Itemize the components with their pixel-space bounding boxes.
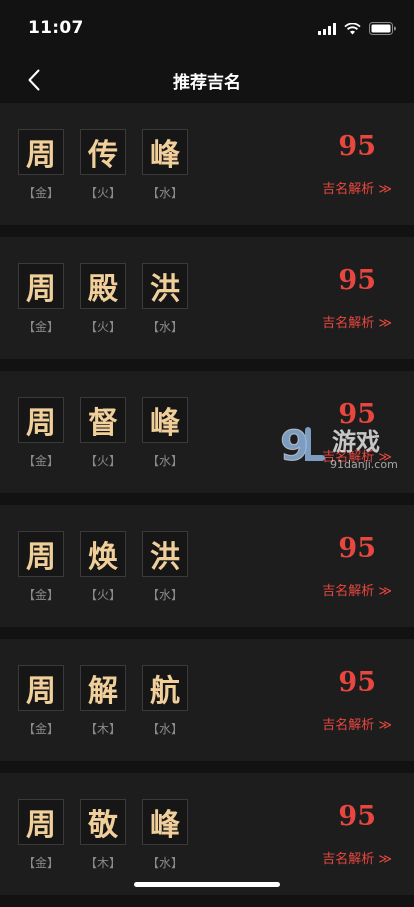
name-char: 传 — [80, 129, 126, 175]
watermark-logo-mark: 9 — [280, 421, 309, 470]
name-char: 峰 — [142, 129, 188, 175]
home-indicator[interactable] — [134, 882, 280, 887]
name-score: 95 — [338, 801, 376, 832]
watermark-url: 91danji.com — [330, 458, 398, 471]
name-char: 解 — [80, 665, 126, 711]
name-characters: 周【金】 督【火】 峰【水】 — [18, 397, 204, 469]
name-char: 敬 — [80, 799, 126, 845]
name-score: 95 — [338, 667, 376, 698]
name-card[interactable]: 周【金】 焕【火】 洪【水】 95 吉名解析 ≫ — [0, 505, 414, 627]
navigation-bar: 推荐吉名 — [0, 58, 414, 102]
name-analysis-link[interactable]: 吉名解析 ≫ — [322, 714, 392, 733]
status-bar: 11:07 — [0, 0, 414, 58]
element-label: 【木】 — [84, 856, 121, 870]
element-label: 【金】 — [22, 856, 59, 870]
element-label: 【金】 — [22, 186, 59, 200]
name-char: 殿 — [80, 263, 126, 309]
name-char: 洪 — [142, 263, 188, 309]
name-list: 周【金】 传【火】 峰【水】 95 吉名解析 ≫ 周【金】 殿【火】 洪【水】 … — [0, 103, 414, 907]
name-char: 周 — [18, 665, 64, 711]
name-characters: 周【金】 解【木】 航【水】 — [18, 665, 204, 737]
name-char: 峰 — [142, 799, 188, 845]
status-icons — [318, 22, 396, 35]
element-label: 【金】 — [22, 722, 59, 736]
element-label: 【水】 — [146, 722, 183, 736]
name-char: 周 — [18, 799, 64, 845]
name-char: 周 — [18, 129, 64, 175]
name-score: 95 — [338, 131, 376, 162]
name-card[interactable]: 周【金】 敬【木】 峰【水】 95 吉名解析 ≫ — [0, 773, 414, 895]
watermark-logo: 9 游戏 91danji.com — [278, 418, 414, 478]
element-label: 【水】 — [146, 454, 183, 468]
name-card[interactable]: 周【金】 解【木】 航【水】 95 吉名解析 ≫ — [0, 639, 414, 761]
name-card[interactable]: 周【金】 殿【火】 洪【水】 95 吉名解析 ≫ — [0, 237, 414, 359]
wifi-icon — [344, 22, 361, 34]
name-char: 焕 — [80, 531, 126, 577]
element-label: 【水】 — [146, 588, 183, 602]
watermark-brand: 游戏 — [332, 428, 380, 456]
cellular-signal-icon — [318, 22, 336, 35]
name-char: 周 — [18, 263, 64, 309]
status-time: 11:07 — [28, 18, 84, 38]
element-label: 【火】 — [84, 454, 121, 468]
element-label: 【火】 — [84, 320, 121, 334]
name-char: 督 — [80, 397, 126, 443]
page-title: 推荐吉名 — [173, 73, 241, 93]
name-char: 航 — [142, 665, 188, 711]
element-label: 【木】 — [84, 722, 121, 736]
element-label: 【金】 — [22, 588, 59, 602]
watermark-logo-icon: 9 游戏 91danji.com — [280, 421, 398, 472]
name-score: 95 — [338, 533, 376, 564]
name-characters: 周【金】 敬【木】 峰【水】 — [18, 799, 204, 871]
element-label: 【水】 — [146, 186, 183, 200]
name-char: 周 — [18, 531, 64, 577]
name-characters: 周【金】 焕【火】 洪【水】 — [18, 531, 204, 603]
battery-icon — [369, 22, 396, 35]
name-score: 95 — [338, 265, 376, 296]
name-characters: 周【金】 传【火】 峰【水】 — [18, 129, 204, 201]
name-char: 洪 — [142, 531, 188, 577]
name-char: 周 — [18, 397, 64, 443]
element-label: 【水】 — [146, 856, 183, 870]
element-label: 【金】 — [22, 320, 59, 334]
element-label: 【火】 — [84, 588, 121, 602]
name-card[interactable]: 周【金】 传【火】 峰【水】 95 吉名解析 ≫ — [0, 103, 414, 225]
element-label: 【金】 — [22, 454, 59, 468]
name-char: 峰 — [142, 397, 188, 443]
name-characters: 周【金】 殿【火】 洪【水】 — [18, 263, 204, 335]
name-analysis-link[interactable]: 吉名解析 ≫ — [322, 848, 392, 867]
name-analysis-link[interactable]: 吉名解析 ≫ — [322, 312, 392, 331]
element-label: 【水】 — [146, 320, 183, 334]
name-analysis-link[interactable]: 吉名解析 ≫ — [322, 178, 392, 197]
name-analysis-link[interactable]: 吉名解析 ≫ — [322, 580, 392, 599]
element-label: 【火】 — [84, 186, 121, 200]
